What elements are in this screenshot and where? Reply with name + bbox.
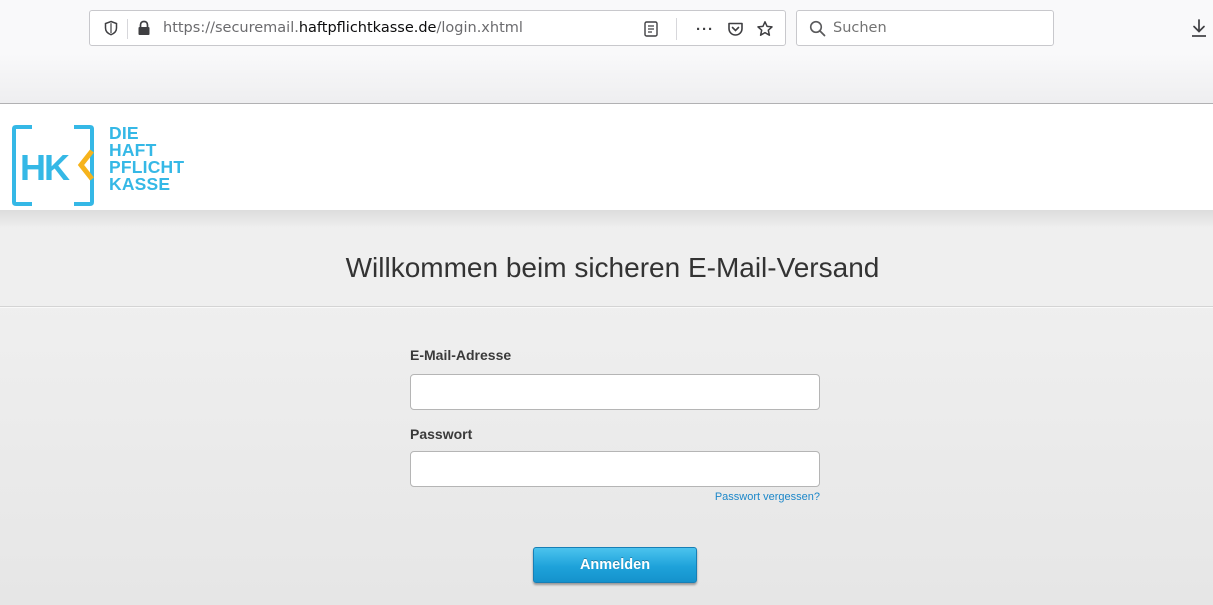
password-field[interactable] [410, 451, 820, 487]
url-domain: haftpflichtkasse.de [298, 20, 437, 36]
reader-view-icon[interactable] [640, 19, 662, 39]
urlbar-divider [127, 19, 128, 39]
email-field[interactable] [410, 374, 820, 410]
search-placeholder: Suchen [833, 20, 887, 36]
brand-logo[interactable]: HK [12, 125, 94, 206]
password-label: Passwort [410, 426, 473, 442]
url-path: /login.xhtml [436, 20, 523, 36]
forgot-password-link[interactable]: Passwort vergessen? [620, 491, 820, 503]
search-icon [809, 20, 826, 42]
divider-highlight [0, 307, 1213, 308]
browser-toolbar: https://securemail.haftpflichtkasse.de/l… [0, 0, 1213, 54]
url-bar[interactable]: https://securemail.haftpflichtkasse.de/l… [89, 10, 786, 46]
logo-mark-text: HK [20, 147, 70, 188]
urlbar-separator [676, 18, 677, 40]
page-title: Willkommen beim sicheren E-Mail-Versand [345, 252, 880, 283]
bookmarks-toolbar [0, 54, 1213, 104]
pocket-icon[interactable] [724, 19, 746, 39]
more-actions-icon[interactable]: ··· [694, 19, 716, 39]
bookmark-star-icon[interactable] [754, 19, 776, 39]
lock-icon[interactable] [136, 20, 152, 36]
download-icon[interactable] [1190, 18, 1208, 38]
shield-icon[interactable] [103, 20, 119, 36]
login-section: Willkommen beim sicheren E-Mail-Versand … [0, 210, 1213, 605]
url-prefix: https://securemail. [163, 20, 299, 36]
page-header: HK DIE HAFT PFLICHT KASSE [0, 104, 1213, 210]
logo-wordmark: DIE HAFT PFLICHT KASSE [109, 124, 184, 194]
url-text[interactable]: https://securemail.haftpflichtkasse.de/l… [163, 20, 523, 36]
login-button[interactable]: Anmelden [533, 547, 697, 583]
logo-line-4: KASSE [109, 174, 171, 194]
search-bar[interactable]: Suchen [796, 10, 1054, 46]
email-label: E-Mail-Adresse [410, 347, 512, 363]
